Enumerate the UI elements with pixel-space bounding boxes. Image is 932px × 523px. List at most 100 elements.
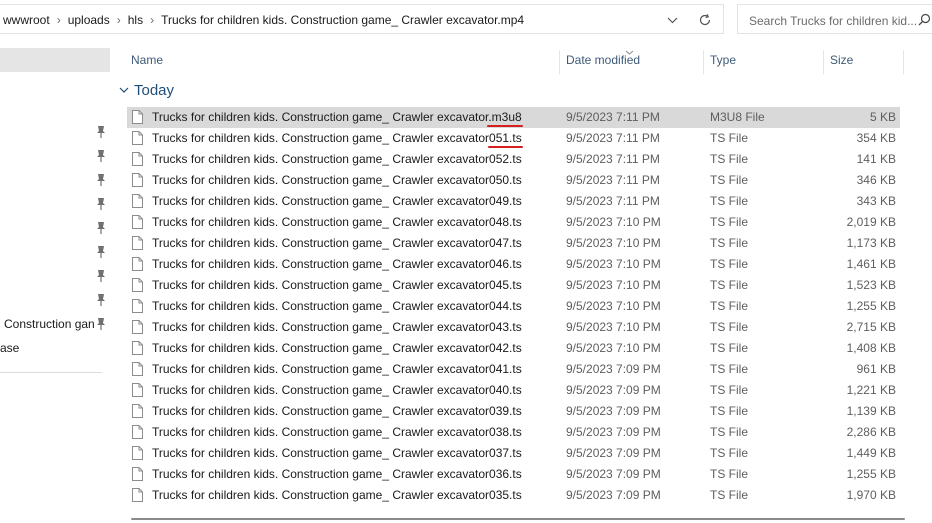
group-header-today[interactable]: Today [119,82,174,99]
file-name: Trucks for children kids. Construction g… [152,320,522,334]
file-row[interactable]: Trucks for children kids. Construction g… [127,338,900,359]
file-date: 9/5/2023 7:09 PM [566,404,661,418]
file-row[interactable]: Trucks for children kids. Construction g… [127,443,900,464]
file-icon [132,404,143,418]
file-size: 2,019 KB [846,215,896,229]
column-header-name[interactable]: Name [131,53,163,67]
file-type: TS File [710,383,749,397]
file-date: 9/5/2023 7:11 PM [566,152,660,166]
file-type: TS File [710,488,749,502]
file-date: 9/5/2023 7:11 PM [566,194,660,208]
file-size: 1,255 KB [846,467,896,481]
file-icon [132,131,143,145]
file-date: 9/5/2023 7:09 PM [566,383,661,397]
breadcrumb-separator-icon[interactable]: › [148,13,156,27]
file-row[interactable]: Trucks for children kids. Construction g… [127,149,900,170]
file-type: M3U8 File [710,110,765,124]
pin-icon[interactable] [95,197,107,211]
pin-icon[interactable] [95,149,107,163]
file-row[interactable]: Trucks for children kids. Construction g… [127,359,900,380]
file-icon [132,215,143,229]
file-row[interactable]: Trucks for children kids. Construction g… [127,170,900,191]
file-name: Trucks for children kids. Construction g… [152,236,522,250]
nav-item-ase[interactable]: ase [0,341,19,355]
pin-icon[interactable] [95,125,107,139]
file-date: 9/5/2023 7:11 PM [566,173,660,187]
pin-icon[interactable] [95,317,107,331]
file-name: Trucks for children kids. Construction g… [152,383,522,397]
file-icon [132,194,143,208]
column-divider[interactable] [823,50,824,74]
breadcrumb: wwwroot › uploads › hls › Trucks for chi… [0,5,529,35]
horizontal-scrollbar[interactable] [131,518,905,520]
pin-icon[interactable] [95,173,107,187]
breadcrumb-uploads[interactable]: uploads [63,13,115,27]
column-divider[interactable] [703,50,704,74]
file-icon [132,299,143,313]
file-row[interactable]: Trucks for children kids. Construction g… [127,233,900,254]
file-row[interactable]: Trucks for children kids. Construction g… [127,380,900,401]
file-size: 354 KB [856,131,896,145]
file-row[interactable]: Trucks for children kids. Construction g… [127,212,900,233]
file-icon [132,341,143,355]
file-name: Trucks for children kids. Construction g… [152,467,522,481]
file-type: TS File [710,299,749,313]
file-size: 1,523 KB [846,278,896,292]
pin-icon[interactable] [95,269,107,283]
file-size: 1,255 KB [846,299,896,313]
breadcrumb-separator-icon[interactable]: › [55,13,63,27]
chevron-down-icon[interactable] [119,87,129,94]
file-row[interactable]: Trucks for children kids. Construction g… [127,191,900,212]
file-row[interactable]: Trucks for children kids. Construction g… [127,485,900,506]
file-row[interactable]: Trucks for children kids. Construction g… [127,401,900,422]
file-date: 9/5/2023 7:09 PM [566,467,661,481]
file-size: 346 KB [856,173,896,187]
file-type: TS File [710,404,749,418]
column-header-date[interactable]: Date modified [566,53,640,67]
file-row[interactable]: Trucks for children kids. Construction g… [127,464,900,485]
file-date: 9/5/2023 7:10 PM [566,236,661,250]
file-date: 9/5/2023 7:09 PM [566,362,661,376]
file-date: 9/5/2023 7:10 PM [566,320,661,334]
nav-item-selected[interactable] [0,48,110,72]
address-bar[interactable]: wwwroot › uploads › hls › Trucks for chi… [0,4,724,34]
pin-icon[interactable] [95,245,107,259]
search-input[interactable] [747,11,921,31]
search-icon[interactable] [918,13,931,29]
breadcrumb-current-folder[interactable]: Trucks for children kids. Construction g… [156,13,529,27]
file-name: Trucks for children kids. Construction g… [152,194,522,208]
column-header-type[interactable]: Type [710,53,736,67]
file-date: 9/5/2023 7:10 PM [566,257,661,271]
file-icon [132,425,143,439]
file-name: Trucks for children kids. Construction g… [152,278,522,292]
file-name: Trucks for children kids. Construction g… [152,257,522,271]
file-row[interactable]: Trucks for children kids. Construction g… [127,254,900,275]
file-icon [132,446,143,460]
file-icon [132,467,143,481]
file-size: 1,408 KB [846,341,896,355]
breadcrumb-hls[interactable]: hls [123,13,148,27]
refresh-icon[interactable] [695,11,715,29]
chevron-down-icon[interactable] [662,11,682,29]
column-divider[interactable] [559,50,560,74]
column-header-size[interactable]: Size [830,53,853,67]
file-row[interactable]: Trucks for children kids. Construction g… [127,317,900,338]
breadcrumb-separator-icon[interactable]: › [115,13,123,27]
breadcrumb-wwwroot[interactable]: wwwroot [0,13,55,27]
file-size: 5 KB [869,110,896,124]
file-name: Trucks for children kids. Construction g… [152,425,522,439]
file-row[interactable]: Trucks for children kids. Construction g… [127,422,900,443]
search-box[interactable] [737,4,932,34]
file-icon [132,278,143,292]
navigation-pane: Construction gan ase [0,40,113,523]
file-name: Trucks for children kids. Construction g… [152,152,522,166]
pin-icon[interactable] [95,293,107,307]
column-divider[interactable] [903,50,904,74]
file-row[interactable]: Trucks for children kids. Construction g… [127,296,900,317]
nav-item-construction[interactable]: Construction gan [4,317,95,331]
file-size: 2,715 KB [846,320,896,334]
file-size: 961 KB [856,362,896,376]
file-row[interactable]: Trucks for children kids. Construction g… [127,275,900,296]
file-type: TS File [710,446,749,460]
pin-icon[interactable] [95,221,107,235]
